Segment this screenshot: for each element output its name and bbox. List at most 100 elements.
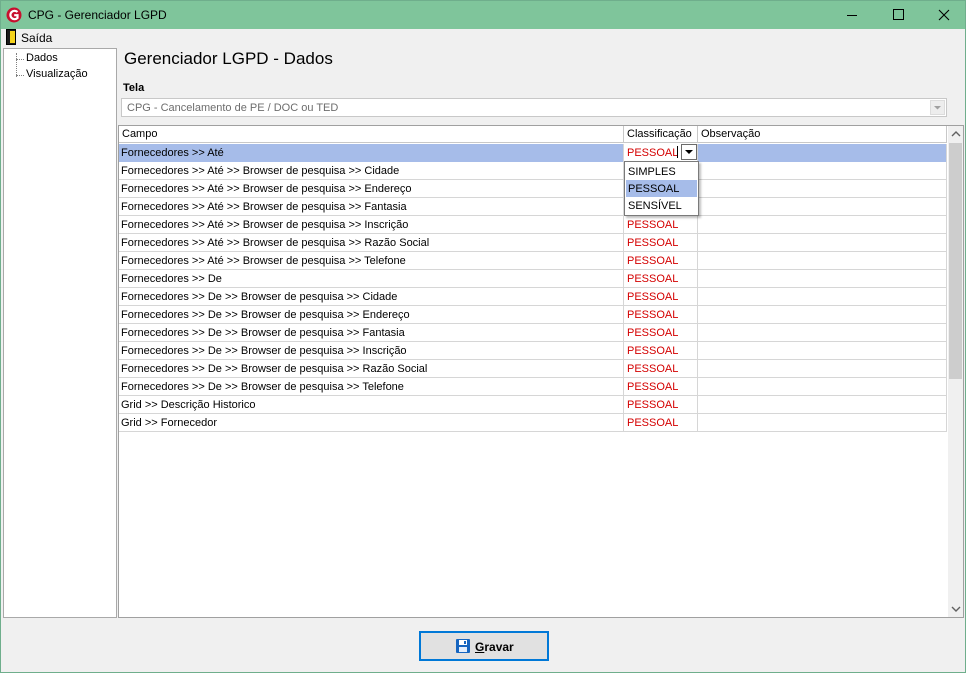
cell-classificacao[interactable]: PESSOAL [624,234,698,252]
table-row[interactable]: Fornecedores >> Até >> Browser de pesqui… [119,252,947,270]
table-row[interactable]: Fornecedores >> De >> Browser de pesquis… [119,342,947,360]
cell-campo[interactable]: Fornecedores >> De >> Browser de pesquis… [119,342,624,360]
cell-classificacao[interactable]: PESSOAL [624,396,698,414]
floppy-disk-icon [456,639,470,653]
save-button[interactable]: Gravar [419,631,549,661]
table-row[interactable]: Fornecedores >> Até >> Browser de pesqui… [119,180,947,198]
cell-campo[interactable]: Fornecedores >> De >> Browser de pesquis… [119,288,624,306]
column-header-observacao[interactable]: Observação [698,126,947,143]
cell-campo[interactable]: Fornecedores >> Até [119,144,624,162]
cell-classificacao[interactable]: PESSOAL [624,252,698,270]
text-caret [677,146,678,158]
cell-observacao[interactable] [698,414,947,432]
main-window: CPG - Gerenciador LGPD Saída Dados Visua… [0,0,966,673]
minimize-button[interactable] [829,1,875,29]
table-row[interactable]: Fornecedores >> Até PESSOAL [119,144,947,162]
cell-observacao[interactable] [698,234,947,252]
cell-campo[interactable]: Fornecedores >> De >> Browser de pesquis… [119,360,624,378]
classification-dropdown-button[interactable] [681,144,697,160]
dropdown-option-simples[interactable]: SIMPLES [626,163,697,180]
save-label-accelerator: G [475,640,485,654]
cell-campo[interactable]: Fornecedores >> Até >> Browser de pesqui… [119,198,624,216]
cell-classificacao[interactable]: PESSOAL [624,360,698,378]
table-row[interactable]: Fornecedores >> De >> Browser de pesquis… [119,378,947,396]
cell-campo[interactable]: Fornecedores >> De >> Browser de pesquis… [119,306,624,324]
table-row[interactable]: Fornecedores >> Até >> Browser de pesqui… [119,234,947,252]
table-row[interactable]: Grid >> Fornecedor PESSOAL [119,414,947,432]
navigation-tree: Dados Visualização [3,48,117,618]
vertical-scrollbar[interactable] [948,126,963,617]
exit-door-icon[interactable] [6,29,16,45]
dropdown-option-pessoal[interactable]: PESSOAL [626,180,697,197]
page-title: Gerenciador LGPD - Dados [124,49,333,68]
tree-item-dados[interactable]: Dados [26,52,58,64]
tree-connector [16,75,24,76]
dropdown-arrow-button[interactable] [930,100,945,115]
cell-campo[interactable]: Fornecedores >> Até >> Browser de pesqui… [119,216,624,234]
table-row[interactable]: Fornecedores >> Até >> Browser de pesqui… [119,198,947,216]
cell-observacao[interactable] [698,162,947,180]
cell-classificacao[interactable]: PESSOAL [624,378,698,396]
cell-classificacao[interactable]: PESSOAL [624,306,698,324]
tree-item-visualizacao[interactable]: Visualização [26,68,88,80]
save-button-label: Gravar [475,640,514,654]
cell-campo[interactable]: Fornecedores >> Até >> Browser de pesqui… [119,234,624,252]
classification-dropdown-list: SIMPLES PESSOAL SENSÍVEL [624,161,699,216]
cell-observacao[interactable] [698,360,947,378]
menu-bar: Saída [1,29,965,47]
cell-classificacao[interactable]: PESSOAL [624,216,698,234]
cell-observacao[interactable] [698,198,947,216]
maximize-icon [893,9,904,20]
cell-observacao[interactable] [698,288,947,306]
cell-classificacao[interactable]: PESSOAL [624,324,698,342]
maximize-button[interactable] [875,1,921,29]
title-bar[interactable]: CPG - Gerenciador LGPD [1,1,965,29]
cell-campo[interactable]: Fornecedores >> De >> Browser de pesquis… [119,378,624,396]
scroll-up-button[interactable] [948,126,963,143]
cell-observacao[interactable] [698,378,947,396]
cell-campo[interactable]: Fornecedores >> De >> Browser de pesquis… [119,324,624,342]
cell-observacao[interactable] [698,396,947,414]
cell-campo[interactable]: Grid >> Descrição Historico [119,396,624,414]
cell-campo[interactable]: Grid >> Fornecedor [119,414,624,432]
screen-select[interactable]: CPG - Cancelamento de PE / DOC ou TED [121,98,947,117]
close-button[interactable] [921,1,967,29]
dropdown-option-sensivel[interactable]: SENSÍVEL [626,197,697,214]
app-logo-icon [6,7,22,23]
cell-campo[interactable]: Fornecedores >> De [119,270,624,288]
chevron-down-icon [951,606,961,612]
save-label-rest: ravar [484,640,514,654]
table-row[interactable]: Grid >> Descrição Historico PESSOAL [119,396,947,414]
tree-connector [16,59,24,60]
table-row[interactable]: Fornecedores >> De PESSOAL [119,270,947,288]
table-row[interactable]: Fornecedores >> Até >> Browser de pesqui… [119,162,947,180]
menu-item-exit[interactable]: Saída [21,31,52,45]
cell-campo[interactable]: Fornecedores >> Até >> Browser de pesqui… [119,180,624,198]
column-header-classificacao[interactable]: Classificação [624,126,698,143]
table-row[interactable]: Fornecedores >> De >> Browser de pesquis… [119,324,947,342]
cell-classificacao[interactable]: PESSOAL [624,414,698,432]
cell-classificacao[interactable]: PESSOAL [624,288,698,306]
screen-field-label: Tela [123,82,145,94]
scroll-down-button[interactable] [948,600,963,617]
minimize-icon [847,15,857,16]
cell-observacao[interactable] [698,144,947,162]
cell-observacao[interactable] [698,342,947,360]
cell-observacao[interactable] [698,216,947,234]
cell-observacao[interactable] [698,270,947,288]
cell-observacao[interactable] [698,324,947,342]
cell-observacao[interactable] [698,180,947,198]
table-row[interactable]: Fornecedores >> Até >> Browser de pesqui… [119,216,947,234]
screen-select-value: CPG - Cancelamento de PE / DOC ou TED [127,102,339,114]
cell-campo[interactable]: Fornecedores >> Até >> Browser de pesqui… [119,162,624,180]
table-row[interactable]: Fornecedores >> De >> Browser de pesquis… [119,306,947,324]
cell-campo[interactable]: Fornecedores >> Até >> Browser de pesqui… [119,252,624,270]
table-row[interactable]: Fornecedores >> De >> Browser de pesquis… [119,360,947,378]
table-row[interactable]: Fornecedores >> De >> Browser de pesquis… [119,288,947,306]
scrollbar-thumb[interactable] [949,143,962,379]
cell-classificacao[interactable]: PESSOAL [624,270,698,288]
cell-observacao[interactable] [698,252,947,270]
cell-classificacao[interactable]: PESSOAL [624,342,698,360]
cell-observacao[interactable] [698,306,947,324]
column-header-campo[interactable]: Campo [119,126,624,143]
